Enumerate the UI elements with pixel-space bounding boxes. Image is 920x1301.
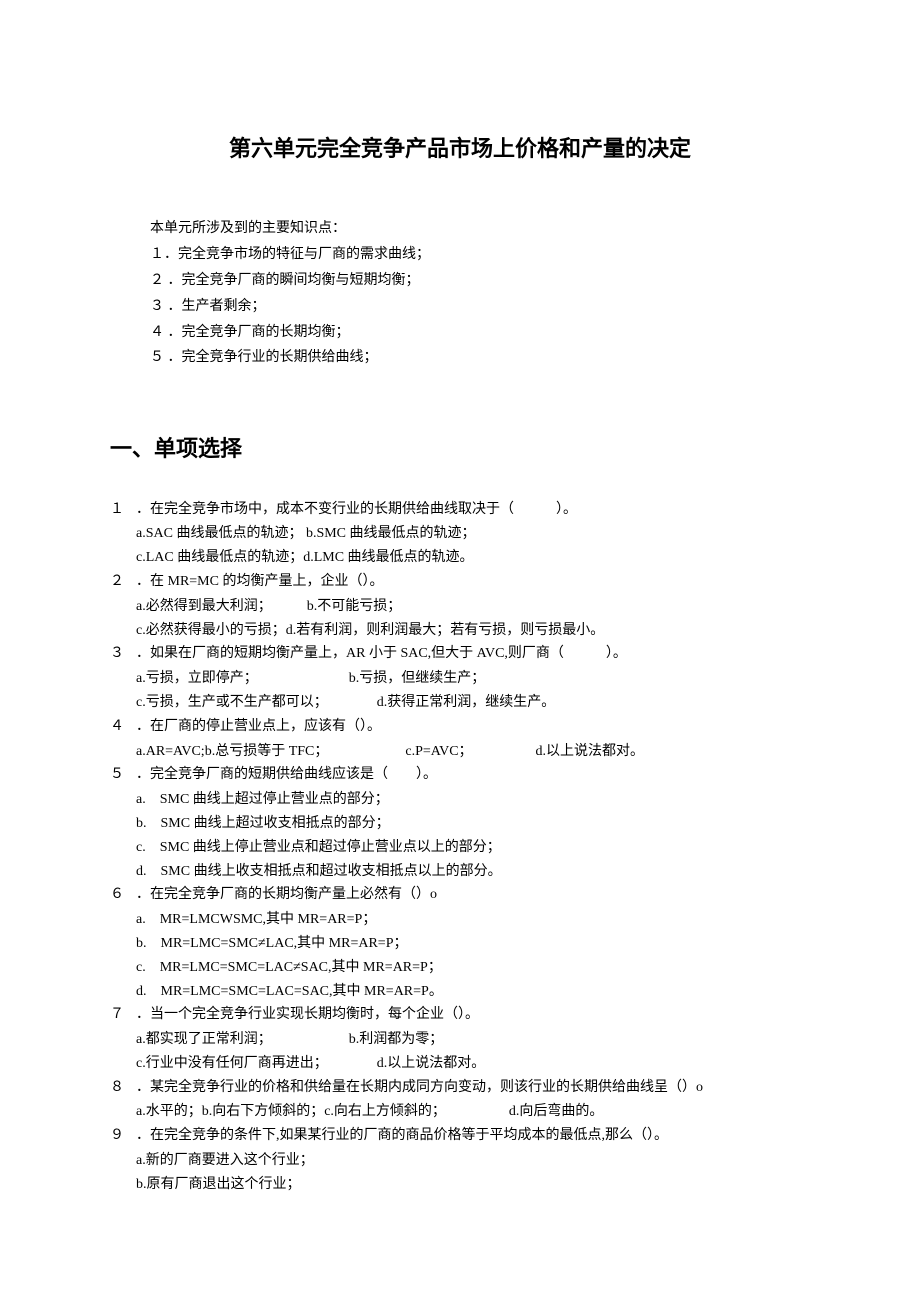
question: ４ ．在厂商的停止营业点上，应该有（）。 [110,715,810,739]
question: ３ ．如果在厂商的短期均衡产量上，AR 小于 SAC,但大于 AVC,则厂商（ … [110,642,810,666]
question-option: a.必然得到最大利润； b.不可能亏损； [110,595,810,619]
question-option: c. SMC 曲线上停止营业点和超过停止营业点以上的部分； [110,836,810,860]
question-stem: ．如果在厂商的短期均衡产量上，AR 小于 SAC,但大于 AVC,则厂商（ ）。 [136,642,810,666]
question-option: a.水平的；b.向右下方倾斜的；c.向右上方倾斜的； d.向后弯曲的。 [110,1100,810,1124]
question-number: ５ [110,763,136,787]
question-stem: ．完全竞争厂商的短期供给曲线应该是（ ）。 [136,763,810,787]
question-option: a. MR=LMCWSMC,其中 MR=AR=P； [110,908,810,932]
question: ８ ．某完全竞争行业的价格和供给量在长期内成同方向变动，则该行业的长期供给曲线呈… [110,1076,810,1100]
question-option: c.亏损，生产或不生产都可以； d.获得正常利润，继续生产。 [110,691,810,715]
question-number: ７ [110,1003,136,1027]
intro-item: ５ ．完全竞争行业的长期供给曲线； [150,346,810,370]
question-stem: ．在 MR=MC 的均衡产量上，企业（）。 [136,570,810,594]
intro-item: ３ ．生产者剩余； [150,295,810,319]
intro-item: ４ ．完全竞争厂商的长期均衡； [150,321,810,345]
question-option: a.亏损，立即停产； b.亏损，但继续生产； [110,667,810,691]
question-stem: ．在完全竞争的条件下,如果某行业的厂商的商品价格等于平均成本的最低点,那么（）。 [136,1124,810,1148]
question-option: a.都实现了正常利润； b.利润都为零； [110,1028,810,1052]
question-option: b.原有厂商退出这个行业； [110,1173,810,1197]
intro-block: 本单元所涉及到的主要知识点： １．完全竞争市场的特征与厂商的需求曲线； ２ ．完… [110,217,810,370]
question: ６ ．在完全竞争厂商的长期均衡产量上必然有（）o [110,883,810,907]
intro-item: ２ ．完全竞争厂商的瞬间均衡与短期均衡； [150,269,810,293]
question-option: b. MR=LMC=SMC≠LAC,其中 MR=AR=P； [110,932,810,956]
question: ７ ．当一个完全竞争行业实现长期均衡时，每个企业（）。 [110,1003,810,1027]
question-option: c.行业中没有任何厂商再进出； d.以上说法都对。 [110,1052,810,1076]
question-number: ４ [110,715,136,739]
question-stem: ．某完全竞争行业的价格和供给量在长期内成同方向变动，则该行业的长期供给曲线呈（）… [136,1076,810,1100]
question: ２ ．在 MR=MC 的均衡产量上，企业（）。 [110,570,810,594]
question-number: ８ [110,1076,136,1100]
document-title: 第六单元完全竞争产品市场上价格和产量的决定 [110,130,810,167]
section-heading: 一、单项选择 [110,430,810,467]
question-stem: ．在厂商的停止营业点上，应该有（）。 [136,715,810,739]
intro-lead: 本单元所涉及到的主要知识点： [150,217,810,241]
intro-item: １．完全竞争市场的特征与厂商的需求曲线； [150,243,810,267]
question-option: b. SMC 曲线上超过收支相抵点的部分； [110,812,810,836]
question-number: ６ [110,883,136,907]
question: ９ ．在完全竞争的条件下,如果某行业的厂商的商品价格等于平均成本的最低点,那么（… [110,1124,810,1148]
question-stem: ．在完全竞争厂商的长期均衡产量上必然有（）o [136,883,810,907]
question-option: d. MR=LMC=SMC=LAC=SAC,其中 MR=AR=P。 [110,980,810,1004]
question-option: c.必然获得最小的亏损；d.若有利润，则利润最大；若有亏损，则亏损最小。 [110,619,810,643]
question-option: a.AR=AVC;b.总亏损等于 TFC； c.P=AVC； d.以上说法都对。 [110,740,810,764]
question-stem: ．在完全竞争市场中，成本不变行业的长期供给曲线取决于（ ）。 [136,498,810,522]
question-option: a. SMC 曲线上超过停止营业点的部分； [110,788,810,812]
question-option: a.SAC 曲线最低点的轨迹； b.SMC 曲线最低点的轨迹； [110,522,810,546]
question-list: １ ．在完全竞争市场中，成本不变行业的长期供给曲线取决于（ ）。 a.SAC 曲… [110,498,810,1197]
question-option: a.新的厂商要进入这个行业； [110,1149,810,1173]
question-number: ３ [110,642,136,666]
question: １ ．在完全竞争市场中，成本不变行业的长期供给曲线取决于（ ）。 [110,498,810,522]
question-number: １ [110,498,136,522]
question-option: c.LAC 曲线最低点的轨迹；d.LMC 曲线最低点的轨迹。 [110,546,810,570]
question-stem: ．当一个完全竞争行业实现长期均衡时，每个企业（）。 [136,1003,810,1027]
question-option: d. SMC 曲线上收支相抵点和超过收支相抵点以上的部分。 [110,860,810,884]
question: ５ ．完全竞争厂商的短期供给曲线应该是（ ）。 [110,763,810,787]
question-option: c. MR=LMC=SMC=LAC≠SAC,其中 MR=AR=P； [110,956,810,980]
question-number: ２ [110,570,136,594]
question-number: ９ [110,1124,136,1148]
